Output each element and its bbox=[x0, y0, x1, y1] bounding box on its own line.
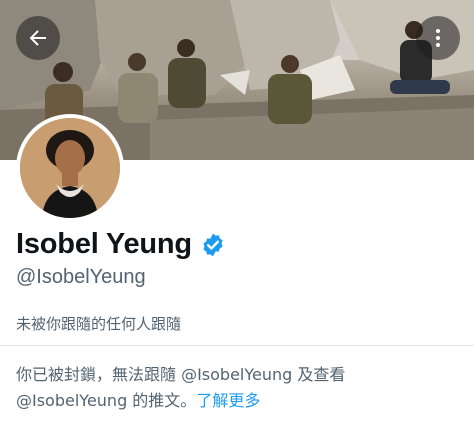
display-name-row: Isobel Yeung bbox=[16, 228, 226, 261]
followers-you-know-text: 未被你跟隨的任何人跟隨 bbox=[16, 315, 182, 333]
blocked-notice: 你已被封鎖，無法跟隨 @IsobelYeung 及查看 @IsobelYeung… bbox=[16, 362, 456, 414]
section-divider bbox=[0, 345, 474, 346]
profile-handle: @IsobelYeung bbox=[16, 266, 146, 288]
arrow-left-icon bbox=[29, 30, 46, 46]
profile-avatar[interactable] bbox=[16, 114, 124, 222]
blocked-notice-line2: @IsobelYeung 的推文。 bbox=[16, 391, 197, 410]
back-button[interactable] bbox=[16, 16, 60, 60]
display-name: Isobel Yeung bbox=[16, 228, 192, 260]
more-options-button[interactable] bbox=[416, 16, 460, 60]
blocked-notice-line1: 你已被封鎖，無法跟隨 @IsobelYeung 及查看 bbox=[16, 365, 346, 384]
learn-more-link[interactable]: 了解更多 bbox=[196, 391, 260, 410]
verified-badge-icon bbox=[203, 233, 223, 256]
blocked-notice-line2-row: @IsobelYeung 的推文。了解更多 bbox=[16, 388, 456, 414]
more-vertical-icon bbox=[436, 29, 440, 47]
